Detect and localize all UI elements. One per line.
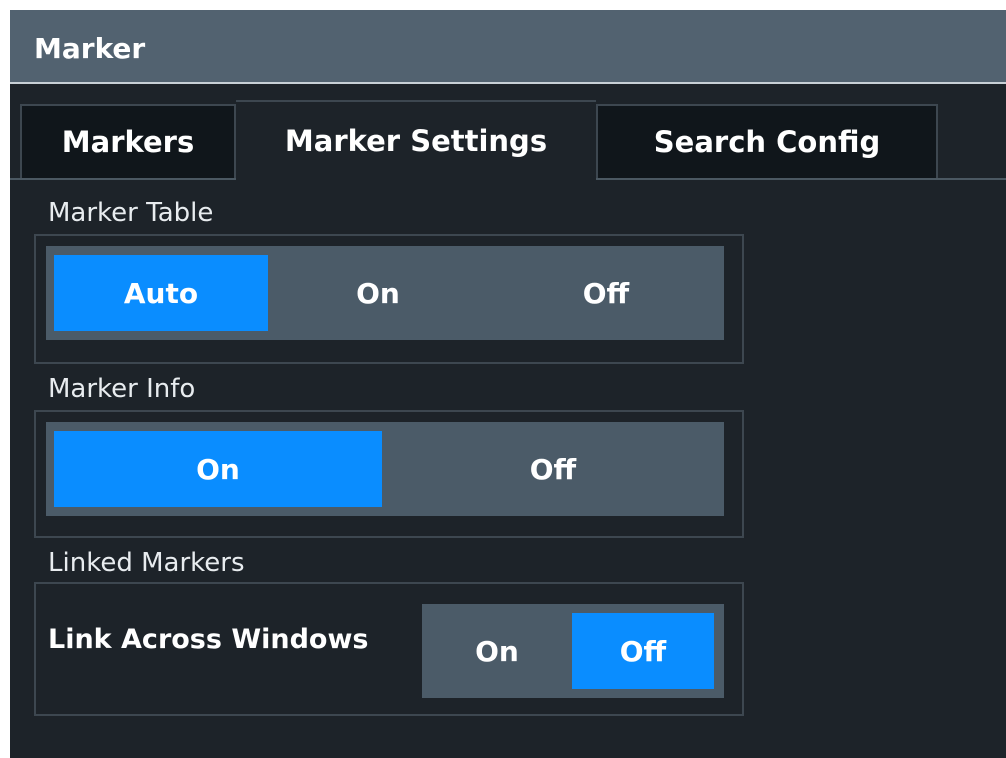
marker-table-on-button[interactable]: On [268,246,488,340]
link-across-windows-off-button[interactable]: Off [572,613,714,689]
marker-table-selector: Auto On Off [46,246,724,340]
linked-markers-group: Link Across Windows On Off [34,582,744,716]
marker-info-off-button[interactable]: Off [382,422,724,516]
marker-info-group: On Off [34,410,744,538]
title-bar: Marker [10,10,1006,84]
link-across-windows-toggle: On Off [422,604,724,698]
linked-markers-label: Linked Markers [48,548,245,578]
tab-marker-settings[interactable]: Marker Settings [236,100,596,180]
marker-info-on-button[interactable]: On [54,431,382,507]
tab-search-config[interactable]: Search Config [596,104,938,178]
dialog-content: Markers Marker Settings Search Config Ma… [10,84,1006,758]
dialog-title: Marker [34,32,146,65]
marker-table-label: Marker Table [48,198,214,228]
tab-markers[interactable]: Markers [20,104,236,178]
link-across-windows-label: Link Across Windows [48,624,369,655]
marker-dialog: Marker Markers Marker Settings Search Co… [10,10,1006,758]
marker-table-off-button[interactable]: Off [488,246,724,340]
marker-table-auto-button[interactable]: Auto [54,255,268,331]
link-across-windows-on-button[interactable]: On [422,604,572,698]
marker-table-group: Auto On Off [34,234,744,364]
marker-info-label: Marker Info [48,374,196,404]
marker-info-selector: On Off [46,422,724,516]
